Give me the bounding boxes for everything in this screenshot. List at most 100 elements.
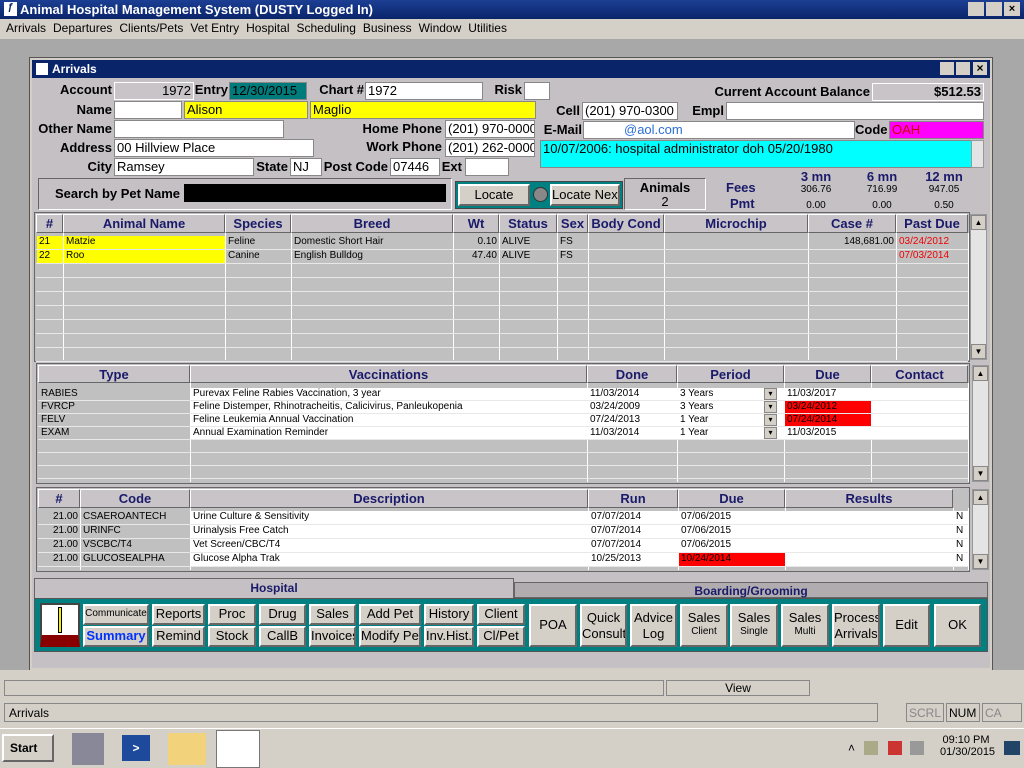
empl-field[interactable] <box>726 102 984 120</box>
vaccines-grid-cell[interactable] <box>872 414 968 426</box>
period-dropdown-arrow[interactable]: ▾ <box>764 427 777 439</box>
button-client[interactable]: Client <box>477 604 525 625</box>
labs-grid-cell[interactable]: 07/06/2015 <box>679 511 785 524</box>
vaccines-grid-cell[interactable]: 11/03/2014 <box>588 427 677 439</box>
labs-grid-cell[interactable]: GLUCOSEALPHA <box>81 553 190 566</box>
work-phone-field[interactable]: (201) 262-0000 <box>445 139 535 157</box>
powershell-icon[interactable]: > <box>122 735 150 761</box>
button-proc[interactable]: Proc <box>208 604 256 625</box>
pets-grid-cell[interactable] <box>589 250 664 263</box>
menu-departures[interactable]: Departures <box>51 21 117 39</box>
locate-next-button[interactable]: Locate Next <box>550 184 620 206</box>
server-manager-icon[interactable] <box>72 733 104 765</box>
menu-hospital[interactable]: Hospital <box>244 21 294 39</box>
notes-scrollbar[interactable] <box>971 140 984 168</box>
labs-grid-cell[interactable]: N <box>954 525 968 538</box>
pets-grid-cell[interactable]: Roo <box>64 250 225 263</box>
pets-grid-cell[interactable]: 07/03/2014 <box>897 250 968 263</box>
button-invoices[interactable]: Invoices <box>309 626 356 647</box>
button-sales-client[interactable]: Sales Client <box>680 604 728 647</box>
vaccines-grid-header[interactable]: Done <box>587 365 677 383</box>
code-field[interactable]: OAH <box>889 121 984 139</box>
button-remind[interactable]: Remind <box>152 626 205 647</box>
period-dropdown-arrow[interactable]: ▾ <box>764 388 777 400</box>
labs-grid-cell[interactable]: 21.00 <box>39 553 80 566</box>
pets-grid-cell[interactable]: Domestic Short Hair <box>292 236 453 249</box>
tab-boarding-grooming[interactable]: Boarding/Grooming <box>514 582 988 598</box>
period-dropdown-arrow[interactable]: ▾ <box>764 414 777 426</box>
labs-grid-cell[interactable] <box>786 511 953 524</box>
labs-grid-cell[interactable]: Urinalysis Free Catch <box>191 525 588 538</box>
pets-grid-cell[interactable] <box>665 250 808 263</box>
scroll-up-arrow[interactable]: ▲ <box>973 490 988 505</box>
labs-grid-cell[interactable]: 07/07/2014 <box>589 525 678 538</box>
button-ok[interactable]: OK <box>934 604 981 647</box>
menu-scheduling[interactable]: Scheduling <box>294 21 360 39</box>
vaccines-grid-cell[interactable]: 11/03/2017 <box>785 388 871 400</box>
vaccines-grid-cell[interactable]: Feline Distemper, Rhinotracheitis, Calic… <box>191 401 587 413</box>
scroll-up-arrow[interactable]: ▲ <box>973 366 988 381</box>
button-quick-consult[interactable]: Quick Consult <box>580 604 627 647</box>
vaccines-grid-cell[interactable]: Annual Examination Reminder <box>191 427 587 439</box>
show-hidden-icons[interactable]: ˄ <box>848 741 855 755</box>
pets-grid-header[interactable]: Breed <box>291 214 453 233</box>
pets-grid-cell[interactable]: 03/24/2012 <box>897 236 968 249</box>
flag-icon[interactable] <box>864 741 878 755</box>
menu-arrivals[interactable]: Arrivals <box>4 21 51 39</box>
vaccines-grid-cell[interactable]: Purevax Feline Rabies Vaccination, 3 yea… <box>191 388 587 400</box>
labs-grid-cell[interactable]: N <box>954 511 968 524</box>
button-edit[interactable]: Edit <box>883 604 930 647</box>
account-field[interactable]: 1972 <box>114 82 194 100</box>
last-name-field[interactable]: Maglio <box>310 101 536 119</box>
button-inv-hist-[interactable]: Inv.Hist. <box>424 626 474 647</box>
vaccines-grid-cell[interactable]: 07/24/2014 <box>785 414 871 426</box>
button-advice-log[interactable]: Advice Log <box>630 604 677 647</box>
button-sales[interactable]: Sales <box>309 604 356 625</box>
labs-grid-cell[interactable]: N <box>954 539 968 552</box>
pets-grid-header[interactable]: Sex <box>557 214 588 233</box>
labs-grid-header[interactable]: Run <box>588 489 678 508</box>
vaccines-grid-header[interactable]: Contact <box>871 365 968 383</box>
clock[interactable]: 09:10 PM 01/30/2015 <box>940 734 995 758</box>
vaccines-grid-cell[interactable]: FELV <box>39 414 190 426</box>
menu-clients-pets[interactable]: Clients/Pets <box>117 21 188 39</box>
labs-grid-cell[interactable]: 21.00 <box>39 511 80 524</box>
close-button[interactable]: × <box>1004 2 1020 16</box>
period-dropdown-arrow[interactable]: ▾ <box>764 401 777 413</box>
labs-grid-header[interactable]: Results <box>785 489 953 508</box>
labs-grid-cell[interactable]: Vet Screen/CBC/T4 <box>191 539 588 552</box>
show-desktop-icon[interactable] <box>1004 741 1020 755</box>
vaccines-grid-cell[interactable]: RABIES <box>39 388 190 400</box>
notes-field[interactable]: 10/07/2006: hospital administrator doh 0… <box>540 140 972 168</box>
labs-grid-header[interactable]: Due <box>678 489 785 508</box>
title-field[interactable] <box>114 101 182 119</box>
pets-grid-cell[interactable]: English Bulldog <box>292 250 453 263</box>
button-drug[interactable]: Drug <box>259 604 306 625</box>
labs-grid-cell[interactable]: 07/06/2015 <box>679 525 785 538</box>
menu-utilities[interactable]: Utilities <box>466 21 512 39</box>
labs-grid-cell[interactable]: 21.00 <box>39 525 80 538</box>
other-name-field[interactable] <box>114 120 284 138</box>
balance-field[interactable]: $512.53 <box>872 83 984 101</box>
menu-business[interactable]: Business <box>361 21 417 39</box>
pets-grid-header[interactable]: Body Cond <box>588 214 664 233</box>
pets-grid-cell[interactable]: FS <box>558 250 588 263</box>
pets-grid-cell[interactable]: 148,681.00 <box>809 236 896 249</box>
vaccines-grid-cell[interactable] <box>872 401 968 413</box>
minimize-button[interactable] <box>968 2 984 16</box>
labs-grid-cell[interactable]: CSAEROANTECH <box>81 511 190 524</box>
entry-date-field[interactable]: 12/30/2015 <box>229 82 307 100</box>
pets-grid-cell[interactable]: Feline <box>226 236 291 249</box>
pets-grid-scrollbar[interactable] <box>970 214 987 360</box>
vaccines-grid-scrollbar[interactable] <box>972 365 989 482</box>
cell-field[interactable]: (201) 970-0300 <box>582 102 678 120</box>
vaccines-grid-cell[interactable]: Feline Leukemia Annual Vaccination <box>191 414 587 426</box>
button-add-pet[interactable]: Add Pet <box>359 604 421 625</box>
post-code-field[interactable]: 07446 <box>390 158 440 176</box>
labs-grid-cell[interactable] <box>786 553 953 566</box>
window-close-button[interactable]: × <box>973 62 987 75</box>
vaccines-grid-cell[interactable]: 07/24/2013 <box>588 414 677 426</box>
pets-grid-header[interactable]: Case # <box>808 214 896 233</box>
menu-window[interactable]: Window <box>417 21 467 39</box>
button-history[interactable]: History <box>424 604 474 625</box>
